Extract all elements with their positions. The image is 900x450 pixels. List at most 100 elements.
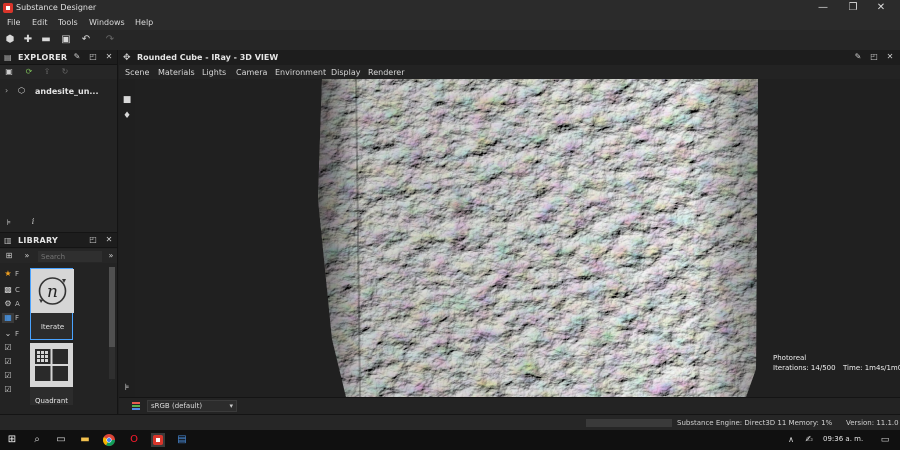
menu-help[interactable]: Help	[135, 18, 153, 27]
category-label: F	[15, 330, 20, 338]
checkbox-icon[interactable]: ☑	[2, 371, 14, 381]
layers-icon[interactable]	[131, 401, 141, 411]
save-icon[interactable]: ▣	[4, 67, 14, 77]
3d-viewport[interactable]: Photoreal Iterations: 14/500 Time: 1m4s/…	[135, 79, 900, 397]
library-node-quadrant[interactable]: Quadrant	[30, 343, 73, 405]
close-icon[interactable]: ✕	[104, 52, 114, 62]
library-panel: ▥ LIBRARY ◰ ✕ ⊞ » » ★ F ▩ C ⚙ A ▦ F ⌄ F …	[0, 232, 118, 414]
explorer-title: EXPLORER	[18, 53, 68, 62]
undo-icon[interactable]: ↶	[80, 34, 92, 46]
view-menu-scene[interactable]: Scene	[125, 68, 149, 77]
tree-view-icon[interactable]: ⊧	[122, 383, 132, 393]
search-icon[interactable]: ⌕	[30, 433, 44, 447]
folder-expand-icon[interactable]: ⌄	[2, 329, 14, 339]
windows-taskbar: ⊞ ⌕ ▭ ▬ O ▤ ∧ ✍ 09:36 a. m. ▭	[0, 430, 900, 450]
float-icon[interactable]: ◰	[869, 52, 879, 62]
redo-icon[interactable]: ↷	[104, 34, 116, 46]
chevron-right-icon[interactable]: ›	[5, 86, 8, 95]
chevron-down-icon: ▾	[229, 402, 233, 410]
tree-item-package[interactable]: › ⬡ andesite_un...	[0, 84, 117, 98]
view-menu-materials[interactable]: Materials	[158, 68, 195, 77]
chevron-up-icon[interactable]: ∧	[784, 433, 798, 447]
close-button[interactable]: ✕	[874, 1, 888, 15]
close-icon[interactable]: ✕	[104, 235, 114, 245]
explorer-header: ▤ EXPLORER ✎ ◰ ✕	[0, 50, 117, 65]
checkbox-icon[interactable]: ☑	[2, 343, 14, 353]
view-menu-environment[interactable]: Environment	[275, 68, 326, 77]
menu-windows[interactable]: Windows	[89, 18, 125, 27]
opera-icon[interactable]: O	[127, 433, 141, 447]
chrome-icon[interactable]	[102, 433, 116, 447]
star-icon[interactable]: ★	[2, 269, 14, 279]
new-package-icon[interactable]: ⬢	[4, 34, 16, 46]
render-time-label: Time: 1m4s/1m0s	[843, 364, 900, 372]
open-icon[interactable]: ✚	[22, 34, 34, 46]
menu-bar: File Edit Tools Windows Help	[0, 16, 900, 30]
task-view-icon[interactable]: ▭	[54, 433, 68, 447]
menu-edit[interactable]: Edit	[32, 18, 48, 27]
node-label: Quadrant	[34, 397, 69, 405]
menu-file[interactable]: File	[7, 18, 20, 27]
3d-view-icon: ✥	[123, 53, 131, 63]
pin-icon[interactable]: ✎	[72, 52, 82, 62]
colorspace-dropdown[interactable]: sRGB (default) ▾	[147, 400, 237, 412]
light-bulb-icon[interactable]: ♦	[122, 111, 132, 121]
checkbox-icon[interactable]: ☑	[2, 357, 14, 367]
notifications-icon[interactable]: ▭	[878, 433, 892, 447]
render-mode-label: Photoreal	[773, 354, 807, 362]
volume-icon[interactable]	[808, 433, 820, 447]
3d-view-header: ✥ Rounded Cube - IRay - 3D VIEW ✎ ◰ ✕	[119, 50, 900, 65]
taskbar-clock[interactable]: 09:36 a. m.	[823, 435, 863, 443]
category-label: F	[15, 270, 20, 278]
category-label: A	[15, 300, 20, 308]
expand-right-icon[interactable]: »	[106, 251, 116, 261]
iterate-thumbnail: n	[31, 269, 74, 313]
status-bar: Substance Engine: Direct3D 11 Memory: 1%…	[0, 414, 900, 430]
reload-icon[interactable]: ↻	[60, 67, 70, 77]
pin-icon[interactable]: ✎	[853, 52, 863, 62]
publish-icon[interactable]: ⇪	[42, 67, 52, 77]
library-search-input[interactable]	[38, 251, 102, 262]
minimize-button[interactable]: —	[816, 1, 830, 15]
folder-icon[interactable]: ▬	[40, 34, 52, 46]
library-scrollbar[interactable]	[109, 267, 115, 379]
info-icon[interactable]: i	[28, 217, 38, 227]
rock-cube-render	[318, 79, 758, 397]
close-icon[interactable]: ✕	[885, 52, 895, 62]
colorspace-value: sRGB (default)	[151, 402, 203, 410]
menu-tools[interactable]: Tools	[58, 18, 78, 27]
3d-view-sidebar: ■ ♦ ⊧	[119, 79, 135, 397]
camera-icon[interactable]: ■	[122, 95, 132, 105]
explorer-panel-icon: ▤	[4, 53, 12, 62]
grid-icon[interactable]: ▦	[2, 313, 14, 323]
tree-view-icon[interactable]: ⊧	[4, 218, 14, 228]
library-filter-icon[interactable]: ⊞	[4, 251, 14, 261]
view-menu-camera[interactable]: Camera	[236, 68, 267, 77]
atomic-icon[interactable]: ⚙	[2, 299, 14, 309]
comment-icon[interactable]: ▩	[2, 285, 14, 295]
quadrant-icon	[30, 343, 73, 387]
word-icon[interactable]: ▤	[175, 433, 189, 447]
expand-left-icon[interactable]: »	[22, 251, 32, 261]
view-menu-display[interactable]: Display	[331, 68, 361, 77]
node-label: Iterate	[40, 323, 65, 331]
library-panel-icon: ▥	[4, 236, 12, 245]
new-graph-icon[interactable]: ⟳	[24, 67, 34, 77]
engine-status: Substance Engine: Direct3D 11 Memory: 1%	[677, 419, 833, 427]
package-icon: ⬡	[18, 86, 25, 95]
substance-designer-icon[interactable]	[151, 433, 165, 447]
explorer-toolbar: ▣ ⟳ ⇪ ↻	[0, 65, 117, 79]
library-node-iterate[interactable]: n Iterate	[30, 268, 74, 340]
view-menu-lights[interactable]: Lights	[202, 68, 226, 77]
maximize-button[interactable]: ❐	[846, 1, 860, 15]
checkbox-icon[interactable]: ☑	[2, 385, 14, 395]
windows-start-icon[interactable]: ⊞	[5, 433, 19, 447]
3d-view-title: Rounded Cube - IRay - 3D VIEW	[137, 53, 279, 62]
view-menu-renderer[interactable]: Renderer	[368, 68, 405, 77]
file-explorer-icon[interactable]: ▬	[78, 433, 92, 447]
float-icon[interactable]: ◰	[88, 235, 98, 245]
library-title: LIBRARY	[18, 236, 59, 245]
library-scrollbar-thumb[interactable]	[109, 267, 115, 347]
float-icon[interactable]: ◰	[88, 52, 98, 62]
save-all-icon[interactable]: ▣	[60, 34, 72, 46]
